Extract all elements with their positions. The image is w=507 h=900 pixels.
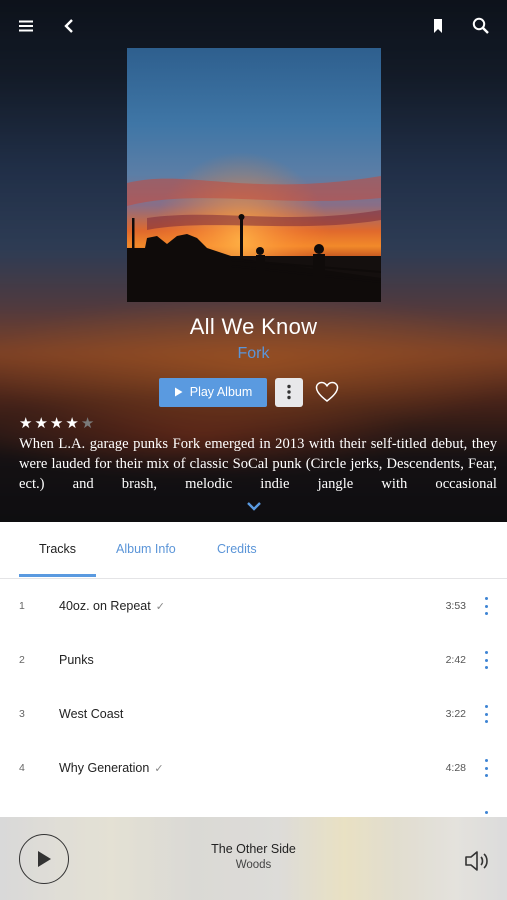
- album-title: All We Know: [189, 314, 318, 339]
- tab-tracks[interactable]: Tracks: [39, 542, 76, 556]
- downloaded-check-icon: ✓: [154, 763, 164, 775]
- track-title: Punks: [59, 653, 99, 667]
- tab-album-info[interactable]: Album Info: [116, 542, 176, 556]
- bookmark-icon[interactable]: [424, 12, 452, 40]
- star-rating[interactable]: ★ ★ ★ ★ ★: [19, 416, 94, 432]
- track-list: 1 40oz. on Repeat ✓ 3:53 2 Punks 2:42 3 W…: [0, 579, 507, 817]
- track-more-icon[interactable]: [480, 649, 492, 671]
- star-empty-icon[interactable]: ★: [81, 416, 94, 432]
- play-album-label: Play Album: [189, 385, 253, 399]
- now-playing-artist: Woods: [235, 859, 272, 871]
- play-album-button[interactable]: Play Album: [159, 377, 267, 407]
- album-description: When L.A. garage punks Fork emerged in 2…: [19, 436, 497, 492]
- now-playing-title: The Other Side: [211, 842, 296, 856]
- favorite-button[interactable]: [314, 379, 340, 405]
- track-more-icon[interactable]: [480, 703, 492, 725]
- top-bar: [0, 0, 507, 52]
- track-more-icon[interactable]: [480, 595, 492, 617]
- track-title-text: 40oz. on Repeat: [59, 599, 151, 613]
- track-title-text: West Coast: [59, 707, 124, 721]
- track-row[interactable]: 4 Why Generation ✓ 4:28: [0, 741, 507, 795]
- now-playing-bar: The Other Side Woods: [0, 817, 507, 900]
- track-number: 2: [19, 654, 25, 666]
- menu-icon[interactable]: [12, 12, 40, 40]
- track-number: 1: [19, 600, 25, 612]
- track-title: 40oz. on Repeat ✓: [59, 599, 165, 613]
- track-number: 3: [19, 708, 25, 720]
- search-icon[interactable]: [467, 12, 495, 40]
- album-artist-link[interactable]: Fork: [0, 345, 507, 363]
- track-title-text: Why Generation: [59, 761, 150, 775]
- play-icon: [174, 387, 183, 397]
- active-tab-indicator: [19, 574, 96, 577]
- album-header: All We Know Fork Play Album ★ ★ ★ ★ ★ When L…: [0, 0, 507, 522]
- back-icon[interactable]: [55, 12, 83, 40]
- star-filled-icon[interactable]: ★: [19, 416, 32, 432]
- track-duration: 3:22: [445, 708, 466, 720]
- track-duration: 2:42: [445, 654, 466, 666]
- track-more-icon[interactable]: [480, 757, 492, 779]
- volume-icon[interactable]: [463, 848, 491, 874]
- track-row[interactable]: 3 West Coast 3:22: [0, 687, 507, 741]
- star-filled-icon[interactable]: ★: [65, 416, 78, 432]
- track-title: Why Generation ✓: [59, 761, 164, 775]
- downloaded-check-icon: ✓: [155, 601, 165, 613]
- track-row[interactable]: 2 Punks 2:42: [0, 633, 507, 687]
- track-duration: 4:28: [445, 762, 466, 774]
- track-row[interactable]: 1 40oz. on Repeat ✓ 3:53: [0, 579, 507, 633]
- more-vertical-icon: [287, 384, 291, 400]
- track-number: 4: [19, 762, 25, 774]
- album-cover: [127, 48, 381, 302]
- track-title-text: Punks: [59, 653, 94, 667]
- album-tabs: Tracks Album Info Credits: [0, 522, 507, 579]
- track-title: West Coast: [59, 707, 128, 721]
- track-more-icon[interactable]: [480, 809, 492, 817]
- star-filled-icon[interactable]: ★: [34, 416, 47, 432]
- chevron-down-icon[interactable]: [245, 499, 263, 513]
- heart-icon: [315, 381, 339, 402]
- track-duration: 3:53: [445, 600, 466, 612]
- album-actions: Play Album: [159, 377, 340, 407]
- track-row-partial[interactable]: [0, 795, 507, 817]
- star-filled-icon[interactable]: ★: [50, 416, 63, 432]
- tab-credits[interactable]: Credits: [217, 542, 257, 556]
- album-more-button[interactable]: [275, 377, 303, 407]
